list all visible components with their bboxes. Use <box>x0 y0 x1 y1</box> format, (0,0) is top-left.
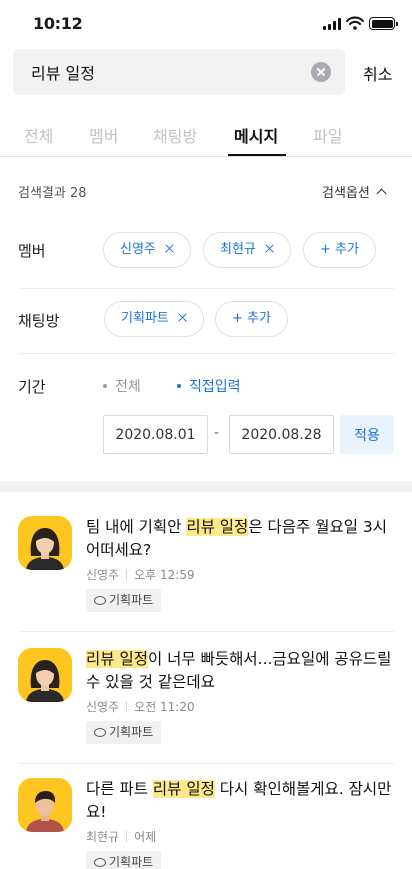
search-bar <box>13 49 345 95</box>
period-option-label: 전체 <box>115 379 141 395</box>
end-date-input[interactable] <box>229 415 334 454</box>
tab-all[interactable]: 전체 <box>24 123 53 147</box>
wifi-icon <box>346 16 364 30</box>
signal-icon <box>323 18 342 30</box>
period-option-custom[interactable]: 직접입력 <box>177 376 241 396</box>
section-separator <box>0 481 412 492</box>
search-highlight: 리뷰 일정 <box>186 518 249 536</box>
room-tag[interactable]: 기획파트 <box>86 721 162 744</box>
search-highlight: 리뷰 일정 <box>152 780 215 798</box>
room-filter-label: 채팅방 <box>18 312 60 330</box>
period-option-all[interactable]: 전체 <box>103 376 141 396</box>
message-time: 어제 <box>134 830 157 844</box>
divider <box>18 763 394 764</box>
status-time: 10:12 <box>33 14 83 33</box>
avatar-female-icon <box>18 648 72 702</box>
chat-bubble-icon <box>94 858 106 867</box>
remove-icon[interactable] <box>164 244 174 254</box>
room-tag-label: 기획파트 <box>109 855 154 869</box>
sender-name: 신영주 <box>86 568 120 582</box>
result-count: 검색결과 28 <box>18 186 87 201</box>
message-text: 다른 파트 리뷰 일정 다시 확인해볼게요. 잠시만요! <box>86 780 392 821</box>
tab-messages[interactable]: 메시지 <box>234 123 278 147</box>
member-chip[interactable]: 최현규 <box>203 232 291 268</box>
avatar <box>18 648 72 702</box>
search-highlight: 리뷰 일정 <box>86 650 148 668</box>
chat-bubble-icon <box>94 728 106 737</box>
message-meta: 신영주 오후 12:59 <box>86 566 195 583</box>
chevron-up-icon <box>376 188 387 199</box>
date-separator: - <box>214 425 220 441</box>
divider <box>18 353 394 354</box>
avatar-male-icon <box>18 778 72 832</box>
remove-icon[interactable] <box>264 244 274 254</box>
remove-icon[interactable] <box>177 313 187 323</box>
room-tag[interactable]: 기획파트 <box>86 589 162 612</box>
message-time: 오전 11:20 <box>134 700 195 714</box>
message-time: 오후 12:59 <box>134 568 195 582</box>
divider <box>18 288 394 289</box>
apply-button[interactable]: 적용 <box>340 415 394 454</box>
add-member-button[interactable]: + 추가 <box>303 232 376 268</box>
add-room-button[interactable]: + 추가 <box>215 301 288 337</box>
avatar-female-icon <box>18 516 72 570</box>
message-text: 팀 내에 기획안 리뷰 일정은 다음주 월요일 3시 어떠세요? <box>86 518 388 559</box>
avatar <box>18 516 72 570</box>
chat-bubble-icon <box>94 596 106 605</box>
period-filter-label: 기간 <box>18 378 46 396</box>
period-option-label: 직접입력 <box>189 379 241 395</box>
member-chip-label: 신영주 <box>120 242 156 257</box>
message-meta: 최현규 어제 <box>86 828 156 845</box>
search-input[interactable] <box>13 49 303 95</box>
room-chip-label: 기획파트 <box>121 311 169 326</box>
tab-files[interactable]: 파일 <box>313 123 342 147</box>
search-options-toggle[interactable]: 검색옵션 <box>322 182 387 201</box>
room-tag-label: 기획파트 <box>109 725 154 739</box>
start-date-input[interactable] <box>103 415 208 454</box>
divider <box>18 631 394 632</box>
room-chip[interactable]: 기획파트 <box>104 301 204 337</box>
member-chip-label: 최현규 <box>220 242 256 257</box>
status-bar: 10:12 <box>0 0 412 48</box>
message-text: 리뷰 일정이 너무 빠듯해서...금요일에 공유드릴 수 있을 것 같은데요 <box>86 650 392 691</box>
room-tag[interactable]: 기획파트 <box>86 851 162 869</box>
avatar <box>18 778 72 832</box>
search-tabs: 전체 멤버 채팅방 메시지 파일 <box>0 110 412 157</box>
cancel-button[interactable]: 취소 <box>363 61 392 85</box>
message-meta: 신영주 오전 11:20 <box>86 698 195 715</box>
room-tag-label: 기획파트 <box>109 593 154 607</box>
active-tab-indicator <box>228 154 286 156</box>
member-filter-label: 멤버 <box>18 242 46 260</box>
member-chip[interactable]: 신영주 <box>103 232 191 268</box>
search-options-label: 검색옵션 <box>322 186 370 201</box>
tab-chatrooms[interactable]: 채팅방 <box>153 123 197 147</box>
clear-icon[interactable] <box>311 62 331 82</box>
tab-members[interactable]: 멤버 <box>89 123 118 147</box>
sender-name: 신영주 <box>86 700 120 714</box>
battery-icon <box>369 17 398 30</box>
sender-name: 최현규 <box>86 830 120 844</box>
